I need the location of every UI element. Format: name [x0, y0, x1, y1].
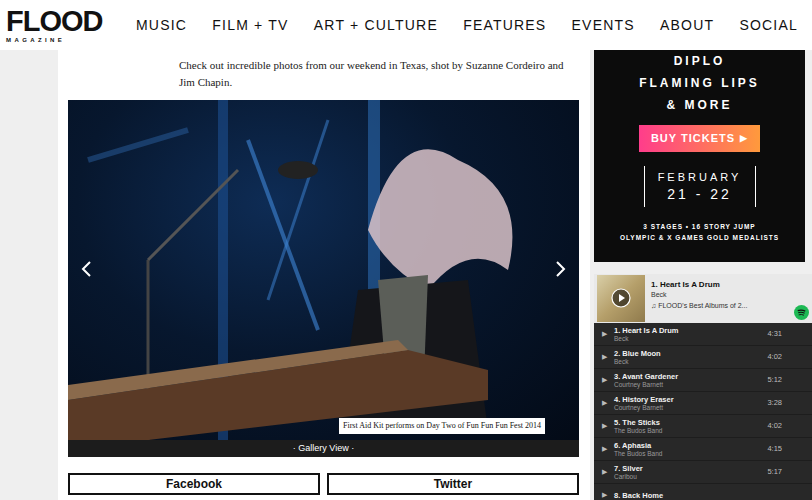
track-info: 6. AphasiaThe Budos Band [614, 441, 767, 458]
share-buttons: Facebook Twitter [68, 473, 579, 495]
ad-headliner: & MORE [594, 94, 805, 116]
track-title: 2. Blue Moon [614, 349, 767, 358]
track-artist: Courtney Barnett [614, 381, 767, 389]
playlist-name: ♫ FLOOD's Best Albums of 2... [651, 300, 747, 312]
ad-month: FEBRUARY [645, 170, 755, 185]
buy-tickets-button[interactable]: BUY TICKETS ▶ [639, 125, 760, 152]
track-row[interactable]: ▶1. Heart Is A DrumBeck4:31 [594, 323, 812, 346]
play-icon[interactable]: ▶ [602, 444, 614, 455]
track-info: 8. Back Home [614, 491, 782, 500]
track-row[interactable]: ▶6. AphasiaThe Budos Band4:15 [594, 438, 812, 461]
spotify-icon [794, 305, 809, 320]
logo-subtitle: MAGAZINE [6, 37, 65, 43]
ad-detail: 3 STAGES • 16 STORY JUMP [594, 221, 805, 232]
ad-dates: FEBRUARY21 - 22 [644, 166, 756, 207]
photo-scene [68, 100, 579, 440]
ad-headliner: FLAMING LIPS [594, 72, 805, 94]
next-arrow-icon[interactable] [555, 260, 567, 278]
arrow-icon: ▶ [740, 132, 748, 146]
play-icon[interactable]: ▶ [602, 490, 614, 500]
track-artist: Beck [614, 358, 767, 366]
previous-arrow-icon[interactable] [80, 260, 92, 278]
track-title: 4. History Eraser [614, 395, 767, 404]
nav-item[interactable]: FEATURES [463, 15, 546, 36]
festival-ad[interactable]: DIPLOFLAMING LIPS& MORE BUY TICKETS ▶ FEBRU… [594, 50, 805, 262]
track-title: 7. Silver [614, 464, 767, 473]
track-info: 1. Heart Is A DrumBeck [614, 326, 767, 343]
ad-days: 21 - 22 [645, 185, 755, 203]
track-artist: Caribou [614, 473, 767, 481]
logo-title: FLOOD [6, 7, 103, 36]
nav-item[interactable]: ART + CULTURE [314, 15, 438, 36]
track-info: 3. Avant GardenerCourtney Barnett [614, 372, 767, 389]
buy-label: BUY TICKETS [651, 130, 735, 147]
nav-item[interactable]: MUSIC [136, 15, 187, 36]
track-duration: 4:02 [767, 351, 782, 362]
site-header: FLOODMAGAZINE MUSIC FILM + TV ART + CULTURE… [0, 0, 812, 50]
track-duration: 5:17 [767, 466, 782, 477]
play-icon[interactable]: ▶ [602, 398, 614, 409]
track-title: 1. Heart Is A Drum [614, 326, 767, 335]
play-icon[interactable]: ▶ [602, 329, 614, 340]
share-button[interactable]: Twitter [327, 473, 579, 495]
article: Check out incredible photos from our wee… [58, 50, 590, 500]
track-info: 5. The SticksThe Budos Band [614, 418, 767, 435]
track-row[interactable]: ▶8. Back Home [594, 484, 812, 500]
play-icon[interactable]: ▶ [602, 375, 614, 386]
ad-headliner: DIPLO [594, 50, 805, 72]
track-list: ▶1. Heart Is A DrumBeck4:31▶2. Blue Moon… [594, 323, 812, 500]
track-duration: 4:15 [767, 443, 782, 454]
track-row[interactable]: ▶3. Avant GardenerCourtney Barnett5:12 [594, 369, 812, 392]
track-title: 5. The Sticks [614, 418, 767, 427]
play-icon[interactable]: ▶ [602, 352, 614, 363]
nav-item[interactable]: SOCIAL [739, 15, 798, 36]
nav-item[interactable]: EVENTS [572, 15, 635, 36]
gallery-photo[interactable]: First Aid Kit performs on Day Two of Fun… [68, 100, 579, 440]
nav-item[interactable]: FILM + TV [212, 15, 288, 36]
track-artist: Beck [614, 335, 767, 343]
track-duration: 4:02 [767, 420, 782, 431]
track-duration: 4:31 [767, 328, 782, 339]
album-art[interactable] [597, 275, 645, 322]
left-margin [0, 50, 58, 500]
intro-text: Check out incredible photos from our wee… [68, 57, 579, 100]
now-playing-title: 1. Heart Is A Drum [651, 279, 747, 290]
track-duration: 5:12 [767, 374, 782, 385]
play-icon[interactable]: ▶ [602, 467, 614, 478]
play-icon [611, 288, 631, 308]
track-info: 4. History EraserCourtney Barnett [614, 395, 767, 412]
now-playing: 1. Heart Is A DrumBeck♫ FLOOD's Best Alb… [651, 275, 747, 312]
now-playing-artist: Beck [651, 290, 747, 300]
track-row[interactable]: ▶7. SilverCaribou5:17 [594, 461, 812, 484]
track-row[interactable]: ▶5. The SticksThe Budos Band4:02 [594, 415, 812, 438]
gallery-view-link[interactable]: · Gallery View · [68, 440, 579, 457]
track-artist: The Budos Band [614, 427, 767, 435]
track-title: 8. Back Home [614, 491, 782, 500]
track-duration: 3:28 [767, 397, 782, 408]
track-artist: Courtney Barnett [614, 404, 767, 412]
track-info: 2. Blue MoonBeck [614, 349, 767, 366]
ad-details: 3 STAGES • 16 STORY JUMPOLYMPIC & X GAME… [594, 221, 805, 243]
track-info: 7. SilverCaribou [614, 464, 767, 481]
site-logo[interactable]: FLOODMAGAZINE [6, 7, 106, 43]
page-body: Check out incredible photos from our wee… [0, 50, 812, 500]
sidebar: DIPLOFLAMING LIPS& MORE BUY TICKETS ▶ FEBRU… [594, 50, 812, 500]
player-header: 1. Heart Is A DrumBeck♫ FLOOD's Best Alb… [594, 274, 812, 323]
ad-detail: OLYMPIC & X GAMES GOLD MEDALISTS [594, 232, 805, 243]
share-button[interactable]: Facebook [68, 473, 320, 495]
track-title: 6. Aphasia [614, 441, 767, 450]
spotify-player: 1. Heart Is A DrumBeck♫ FLOOD's Best Alb… [594, 274, 812, 500]
track-title: 3. Avant Gardener [614, 372, 767, 381]
photo-caption: First Aid Kit performs on Day Two of Fun… [339, 418, 545, 434]
nav-item[interactable]: ABOUT [660, 15, 714, 36]
play-icon[interactable]: ▶ [602, 421, 614, 432]
track-row[interactable]: ▶2. Blue MoonBeck4:02 [594, 346, 812, 369]
track-row[interactable]: ▶4. History EraserCourtney Barnett3:28 [594, 392, 812, 415]
track-artist: The Budos Band [614, 450, 767, 458]
main-nav: MUSIC FILM + TV ART + CULTURE FEATURES EVENT… [136, 15, 798, 36]
